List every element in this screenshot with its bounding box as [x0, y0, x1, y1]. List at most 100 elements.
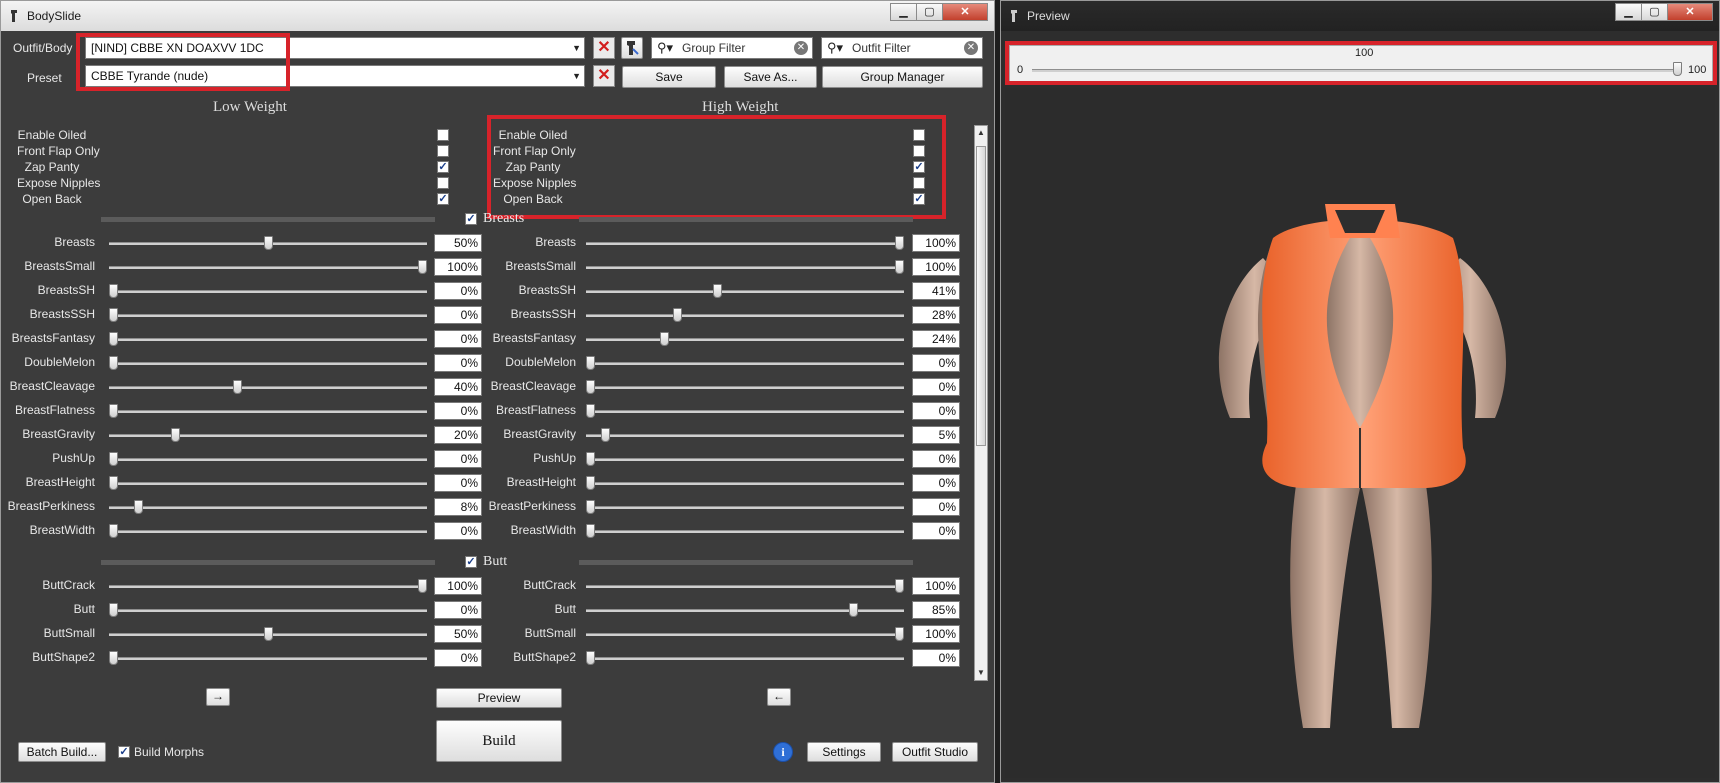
high-slider-thumb[interactable]	[848, 603, 858, 617]
low-slider-value[interactable]: 40%	[434, 378, 482, 396]
low-slider-track[interactable]	[109, 386, 427, 389]
scroll-thumb[interactable]	[976, 146, 986, 446]
high-slider-value[interactable]: 0%	[912, 378, 960, 396]
low-slider-track[interactable]	[109, 338, 427, 341]
low-slider-thumb[interactable]	[133, 500, 143, 514]
low-slider-track[interactable]	[109, 482, 427, 485]
high-slider-thumb[interactable]	[586, 476, 595, 490]
low-slider-thumb[interactable]	[109, 356, 118, 370]
high-slider-thumb[interactable]	[712, 284, 722, 298]
group-checkbox[interactable]: ✓	[465, 213, 477, 225]
low-slider-track[interactable]	[109, 506, 427, 509]
low-option-checkbox[interactable]: ✓	[437, 161, 449, 173]
low-slider-track[interactable]	[109, 434, 427, 437]
save-as-button[interactable]: Save As...	[724, 66, 817, 88]
high-slider-value[interactable]: 0%	[912, 649, 960, 667]
high-slider-track[interactable]	[586, 434, 904, 437]
low-slider-track[interactable]	[109, 530, 427, 533]
high-slider-value[interactable]: 85%	[912, 601, 960, 619]
high-slider-value[interactable]: 0%	[912, 402, 960, 420]
low-slider-track[interactable]	[109, 657, 427, 660]
clear-preset-button[interactable]: ✕	[593, 65, 615, 87]
outfit-filter-input[interactable]: ⚲▾ Outfit Filter ✕	[821, 37, 983, 59]
low-slider-value[interactable]: 20%	[434, 426, 482, 444]
clear-search-icon[interactable]: ✕	[794, 41, 808, 55]
low-slider-track[interactable]	[109, 410, 427, 413]
high-slider-thumb[interactable]	[586, 380, 595, 394]
scroll-down-icon[interactable]: ▼	[975, 666, 987, 680]
low-slider-value[interactable]: 0%	[434, 402, 482, 420]
low-slider-thumb[interactable]	[109, 476, 118, 490]
low-slider-track[interactable]	[109, 458, 427, 461]
high-slider-thumb[interactable]	[586, 651, 595, 665]
high-slider-thumb[interactable]	[586, 404, 595, 418]
low-slider-value[interactable]: 0%	[434, 522, 482, 540]
low-option-checkbox[interactable]	[437, 129, 449, 141]
low-option-checkbox[interactable]	[437, 145, 449, 157]
low-slider-thumb[interactable]	[109, 284, 118, 298]
high-slider-value[interactable]: 28%	[912, 306, 960, 324]
low-slider-track[interactable]	[109, 609, 427, 612]
high-slider-track[interactable]	[586, 386, 904, 389]
high-slider-thumb[interactable]	[586, 524, 595, 538]
high-slider-track[interactable]	[586, 458, 904, 461]
high-slider-value[interactable]: 0%	[912, 474, 960, 492]
high-slider-value[interactable]: 0%	[912, 354, 960, 372]
copy-low-to-high-button[interactable]: →	[206, 688, 230, 706]
save-button[interactable]: Save	[622, 66, 716, 88]
high-slider-track[interactable]	[586, 410, 904, 413]
low-slider-track[interactable]	[109, 585, 427, 588]
copy-high-to-low-button[interactable]: ←	[767, 688, 791, 706]
high-slider-track[interactable]	[586, 657, 904, 660]
low-slider-value[interactable]: 0%	[434, 601, 482, 619]
high-slider-value[interactable]: 100%	[912, 234, 960, 252]
minimize-icon[interactable]: ▁	[1615, 3, 1642, 21]
preview-titlebar[interactable]: Preview ▁ ▢ ✕	[1001, 1, 1719, 31]
high-slider-thumb[interactable]	[895, 260, 904, 274]
low-slider-value[interactable]: 50%	[434, 234, 482, 252]
settings-button[interactable]: Settings	[807, 742, 881, 762]
minimize-icon[interactable]: ▁	[890, 3, 917, 21]
low-slider-value[interactable]: 0%	[434, 649, 482, 667]
scroll-up-icon[interactable]: ▲	[975, 126, 987, 140]
low-slider-track[interactable]	[109, 266, 427, 269]
high-slider-track[interactable]	[586, 290, 904, 293]
high-slider-thumb[interactable]	[895, 236, 904, 250]
outfit-studio-button[interactable]: Outfit Studio	[892, 742, 978, 762]
bodyslide-titlebar[interactable]: BodySlide ▁ ▢ ✕	[1, 1, 994, 31]
high-slider-track[interactable]	[586, 585, 904, 588]
low-slider-value[interactable]: 50%	[434, 625, 482, 643]
high-slider-value[interactable]: 24%	[912, 330, 960, 348]
low-slider-track[interactable]	[109, 290, 427, 293]
outfit-studio-launch-button[interactable]	[621, 37, 643, 59]
low-slider-value[interactable]: 0%	[434, 330, 482, 348]
low-slider-thumb[interactable]	[109, 452, 118, 466]
info-icon[interactable]: i	[773, 742, 793, 762]
low-slider-thumb[interactable]	[109, 308, 118, 322]
clear-search-icon[interactable]: ✕	[964, 41, 978, 55]
high-slider-value[interactable]: 100%	[912, 258, 960, 276]
high-slider-value[interactable]: 0%	[912, 498, 960, 516]
close-icon[interactable]: ✕	[1667, 3, 1713, 21]
high-slider-value[interactable]: 5%	[912, 426, 960, 444]
low-slider-value[interactable]: 100%	[434, 258, 482, 276]
high-slider-value[interactable]: 0%	[912, 450, 960, 468]
high-slider-thumb[interactable]	[895, 579, 904, 593]
low-slider-value[interactable]: 8%	[434, 498, 482, 516]
high-slider-value[interactable]: 0%	[912, 522, 960, 540]
low-slider-thumb[interactable]	[109, 651, 118, 665]
low-slider-thumb[interactable]	[109, 524, 118, 538]
high-slider-thumb[interactable]	[586, 356, 595, 370]
high-slider-track[interactable]	[586, 338, 904, 341]
low-slider-thumb[interactable]	[232, 380, 242, 394]
low-slider-thumb[interactable]	[418, 260, 427, 274]
low-slider-value[interactable]: 0%	[434, 306, 482, 324]
high-slider-track[interactable]	[586, 242, 904, 245]
maximize-icon[interactable]: ▢	[916, 3, 943, 21]
high-slider-thumb[interactable]	[601, 428, 611, 442]
group-filter-input[interactable]: ⚲▾ Group Filter ✕	[651, 37, 813, 59]
high-slider-track[interactable]	[586, 506, 904, 509]
low-slider-thumb[interactable]	[263, 236, 273, 250]
low-option-checkbox[interactable]: ✓	[437, 193, 449, 205]
high-slider-value[interactable]: 100%	[912, 625, 960, 643]
